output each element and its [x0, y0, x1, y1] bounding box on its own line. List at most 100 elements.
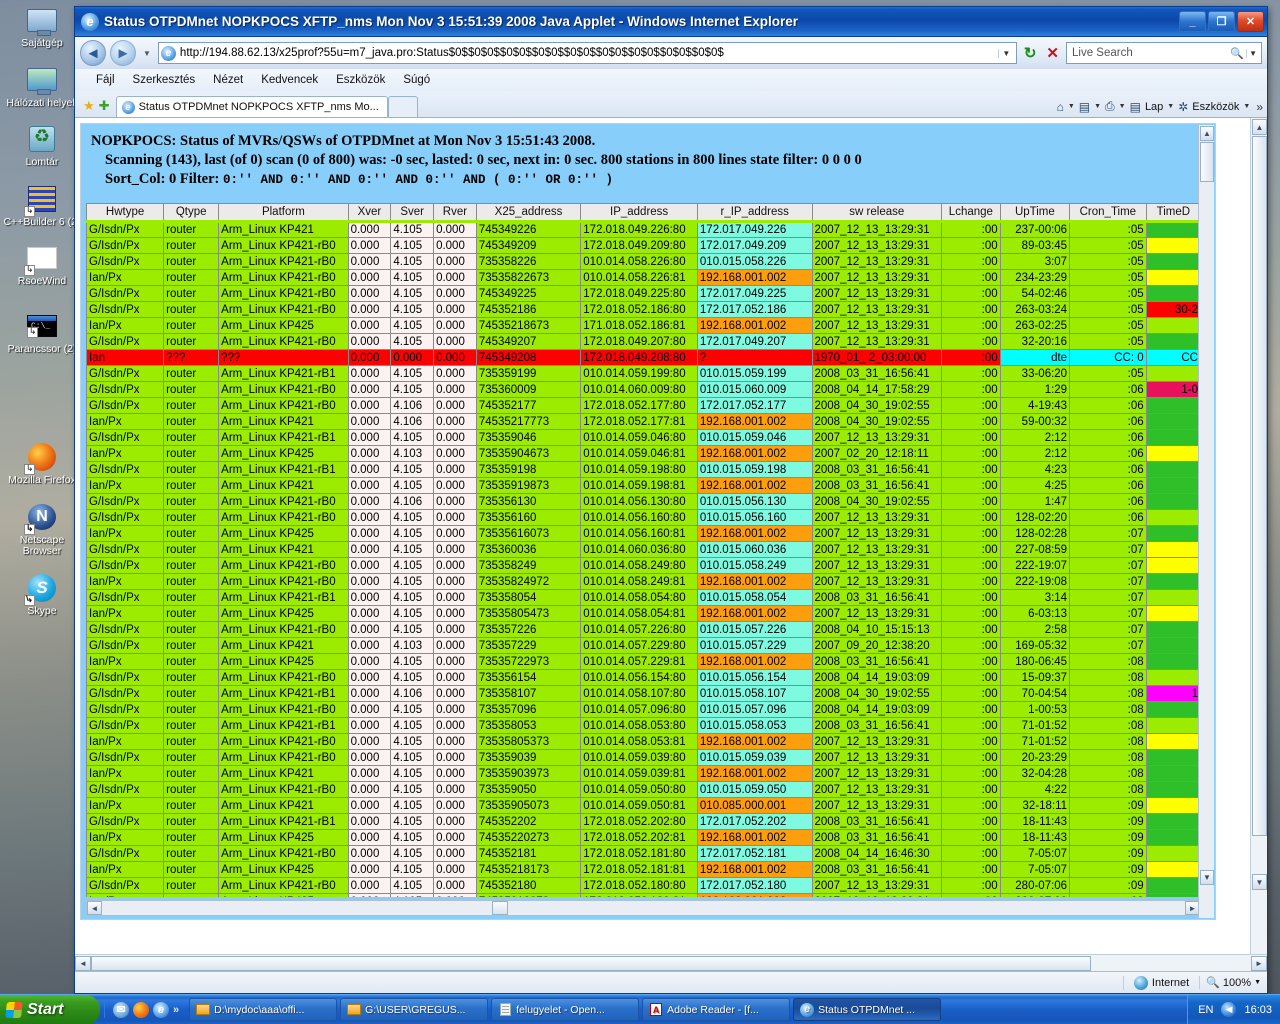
magnifier-icon[interactable]: 🔍: [1228, 47, 1246, 60]
table-row[interactable]: G/Isdn/Px router Arm_Linux KP421-rB0 0.000 4…: [86, 253, 1201, 270]
menu-item-tools[interactable]: Eszközök: [327, 72, 394, 88]
page-scroll-up-icon[interactable]: ▲: [1252, 119, 1267, 135]
quicklaunch-outlook-icon[interactable]: ✉: [113, 1001, 129, 1018]
home-dropdown-icon[interactable]: ▼: [1068, 103, 1075, 110]
print-icon[interactable]: ⎙: [1103, 99, 1117, 114]
table-row[interactable]: Ian/Px router Arm_Linux KP421-rB0 0.000 4.10…: [86, 573, 1201, 590]
print-dropdown-icon[interactable]: ▼: [1119, 103, 1126, 110]
col-xver[interactable]: Xver: [347, 203, 392, 223]
table-row[interactable]: Ian/PxrouterArm_Linux KP4250.0004.1050.0…: [86, 861, 1201, 878]
table-row[interactable]: G/Isdn/Px router Arm_Linux KP421-rB1 0.000 4…: [86, 589, 1201, 606]
zoom-control[interactable]: 🔍 100% ▼: [1199, 976, 1267, 989]
forward-button[interactable]: ►: [110, 40, 136, 66]
table-row[interactable]: G/Isdn/Px router Arm_Linux KP421-rB0 0.000 4…: [86, 237, 1201, 254]
table-row[interactable]: G/Isdn/Px router Arm_Linux KP421-rB0 0.000 4…: [86, 301, 1201, 318]
table-row[interactable]: G/Isdn/Px router Arm_Linux KP421-rB0 0.000 4…: [86, 781, 1201, 798]
table-row[interactable]: G/Isdn/Px router Arm_Linux KP421-rB0 0.000 4…: [86, 845, 1201, 862]
close-button[interactable]: ✕: [1237, 11, 1264, 32]
search-dropdown-icon[interactable]: ▼: [1246, 48, 1259, 58]
search-box[interactable]: Live Search 🔍 ▼: [1066, 42, 1262, 64]
url-text[interactable]: http://194.88.62.13/x25prof?55u=m7_java.…: [180, 47, 994, 59]
page-vertical-scrollbar[interactable]: ▲ ▼: [1250, 118, 1267, 954]
taskbar-item-active[interactable]: e Status OTPDMnet ...: [793, 998, 942, 1021]
tools-menu-dropdown-icon[interactable]: ▼: [1243, 103, 1250, 110]
table-row[interactable]: Ian/Px router Arm_Linux KP421 0.000 4.106 0.0…: [86, 413, 1201, 430]
table-row[interactable]: G/Isdn/Px router Arm_Linux KP421-rB0 0.000 4…: [86, 621, 1201, 638]
page-menu-dropdown-icon[interactable]: ▼: [1167, 103, 1174, 110]
table-row[interactable]: Ian/Px router Arm_Linux KP421 0.000 4.105 0.0…: [86, 797, 1201, 814]
menu-item-edit[interactable]: Szerkesztés: [124, 72, 205, 88]
table-row[interactable]: Ian/PxrouterArm_Linux KP4250.0004.1050.0…: [86, 525, 1201, 542]
language-indicator[interactable]: EN: [1198, 1004, 1213, 1016]
table-row[interactable]: G/Isdn/Px router Arm_Linux KP421-rB1 0.000 4…: [86, 717, 1201, 734]
taskbar-item[interactable]: Adobe Reader - [f...: [642, 998, 791, 1021]
minimize-button[interactable]: _: [1179, 11, 1206, 32]
table-row[interactable]: G/Isdn/Px router Arm_Linux KP421-rB1 0.000 4…: [86, 685, 1201, 702]
zoom-dropdown-icon[interactable]: ▼: [1254, 979, 1261, 986]
quicklaunch-firefox-icon[interactable]: [133, 1001, 149, 1018]
scroll-down-icon[interactable]: ▼: [1200, 870, 1214, 885]
history-dropdown-icon[interactable]: ▼: [140, 49, 154, 58]
col-lchange[interactable]: Lchange: [941, 203, 1001, 223]
stop-icon[interactable]: ✕: [1043, 44, 1062, 62]
table-row[interactable]: G/Isdn/Px router Arm_Linux KP421-rB1 0.000 4…: [86, 429, 1201, 446]
desktop-icon-skype[interactable]: S Skype: [0, 572, 84, 618]
taskbar-item[interactable]: D:\mydoc\aaa\offi...: [189, 998, 338, 1021]
taskbar-item[interactable]: felugyelet - Open...: [491, 998, 640, 1021]
quicklaunch-ie-icon[interactable]: e: [153, 1001, 169, 1018]
table-row[interactable]: Ian/PxrouterArm_Linux KP4250.0004.1050.0…: [86, 893, 1201, 897]
desktop-icon-command-prompt[interactable]: C:\_ Parancssor (2): [0, 310, 84, 356]
page-menu-label[interactable]: Lap: [1145, 101, 1165, 113]
table-row[interactable]: G/Isdn/Px router Arm_Linux KP421-rB1 0.000 4…: [86, 813, 1201, 830]
table-row[interactable]: G/Isdn/Px router Arm_Linux KP421-rB0 0.000 4…: [86, 669, 1201, 686]
table-row[interactable]: Ian?????? 0.000 0.000 0.000 745349208 172.018…: [86, 349, 1201, 366]
tools-menu-label[interactable]: Eszközök: [1192, 101, 1241, 113]
col-qtype[interactable]: Qtype: [163, 203, 220, 223]
menu-item-view[interactable]: Nézet: [204, 72, 252, 88]
maximize-button[interactable]: ❐: [1208, 11, 1235, 32]
table-row[interactable]: Ian/PxrouterArm_Linux KP4250.0004.1050.0…: [86, 317, 1201, 334]
table-row[interactable]: G/Isdn/Px router Arm_Linux KP421-rB0 0.000 4…: [86, 493, 1201, 510]
page-horizontal-scrollbar[interactable]: ◄ ►: [75, 954, 1267, 971]
refresh-icon[interactable]: ↻: [1021, 44, 1040, 62]
taskbar-item[interactable]: G:\USER\GREGUS...: [340, 998, 489, 1021]
page-scroll-left-icon[interactable]: ◄: [75, 955, 91, 971]
table-row[interactable]: Ian/PxrouterArm_Linux KP4250.0004.1050.0…: [86, 605, 1201, 622]
desktop-icon-network-places[interactable]: Hálózati helyek: [0, 64, 84, 110]
table-row[interactable]: G/Isdn/Px router Arm_Linux KP421 0.000 4.105…: [86, 221, 1201, 238]
col-sw-release[interactable]: sw release: [811, 203, 943, 223]
quicklaunch-overflow-icon[interactable]: »: [173, 1004, 179, 1016]
table-row[interactable]: Ian/Px router Arm_Linux KP421 0.000 4.105 0.0…: [86, 477, 1201, 494]
security-zone[interactable]: Internet: [1122, 975, 1199, 990]
favorites-star-icon[interactable]: ★: [79, 98, 98, 117]
scroll-up-icon[interactable]: ▲: [1200, 126, 1214, 141]
col-x25-address[interactable]: X25_address: [475, 203, 582, 223]
menu-item-favorites[interactable]: Kedvencek: [252, 72, 327, 88]
desktop-icon-firefox[interactable]: Mozilla Firefox: [0, 441, 84, 487]
table-row[interactable]: Ian/Px router Arm_Linux KP425 0.000 4.103 0.0…: [86, 445, 1201, 462]
new-tab-button[interactable]: [387, 96, 418, 117]
menu-item-file[interactable]: Fájl: [87, 72, 124, 88]
table-row[interactable]: G/Isdn/Px router Arm_Linux KP421-rB0 0.000 4…: [86, 701, 1201, 718]
col-r-ip-address[interactable]: r_IP_address: [696, 203, 813, 223]
table-row[interactable]: G/Isdn/Px router Arm_Linux KP421-rB0 0.000 4…: [86, 333, 1201, 350]
page-menu-icon[interactable]: ▤: [1128, 100, 1143, 114]
table-row[interactable]: G/Isdn/Px router Arm_Linux KP421-rB0 0.000 4…: [86, 381, 1201, 398]
page-scroll-down-icon[interactable]: ▼: [1252, 874, 1267, 890]
add-favorite-icon[interactable]: ✚: [98, 98, 116, 117]
url-dropdown-icon[interactable]: ▼: [997, 48, 1014, 58]
desktop-icon-my-computer[interactable]: Sajátgép: [0, 4, 84, 50]
table-row[interactable]: G/Isdn/Px router Arm_Linux KP421 0.000 4.105…: [86, 541, 1201, 558]
table-row[interactable]: G/Isdn/Px router Arm_Linux KP421-rB0 0.000 4…: [86, 877, 1201, 894]
search-input[interactable]: Live Search: [1069, 47, 1228, 59]
table-row[interactable]: G/Isdn/Px router Arm_Linux KP421-rB1 0.000 4…: [86, 365, 1201, 382]
col-hwtype[interactable]: Hwtype: [86, 203, 165, 223]
table-row[interactable]: G/Isdn/Px router Arm_Linux KP421-rB0 0.000 4…: [86, 397, 1201, 414]
col-platform[interactable]: Platform: [218, 203, 349, 223]
table-row[interactable]: Ian/Px router Arm_Linux KP421-rB0 0.000 4.10…: [86, 269, 1201, 286]
tray-volume-icon[interactable]: ◀: [1221, 1002, 1237, 1017]
table-row[interactable]: G/Isdn/Px router Arm_Linux KP421-rB0 0.000 4…: [86, 509, 1201, 526]
menu-item-help[interactable]: Súgó: [394, 72, 439, 88]
scroll-left-icon[interactable]: ◄: [87, 901, 102, 915]
desktop-icon-cpp-builder[interactable]: C++Builder 6 (2): [0, 183, 84, 229]
